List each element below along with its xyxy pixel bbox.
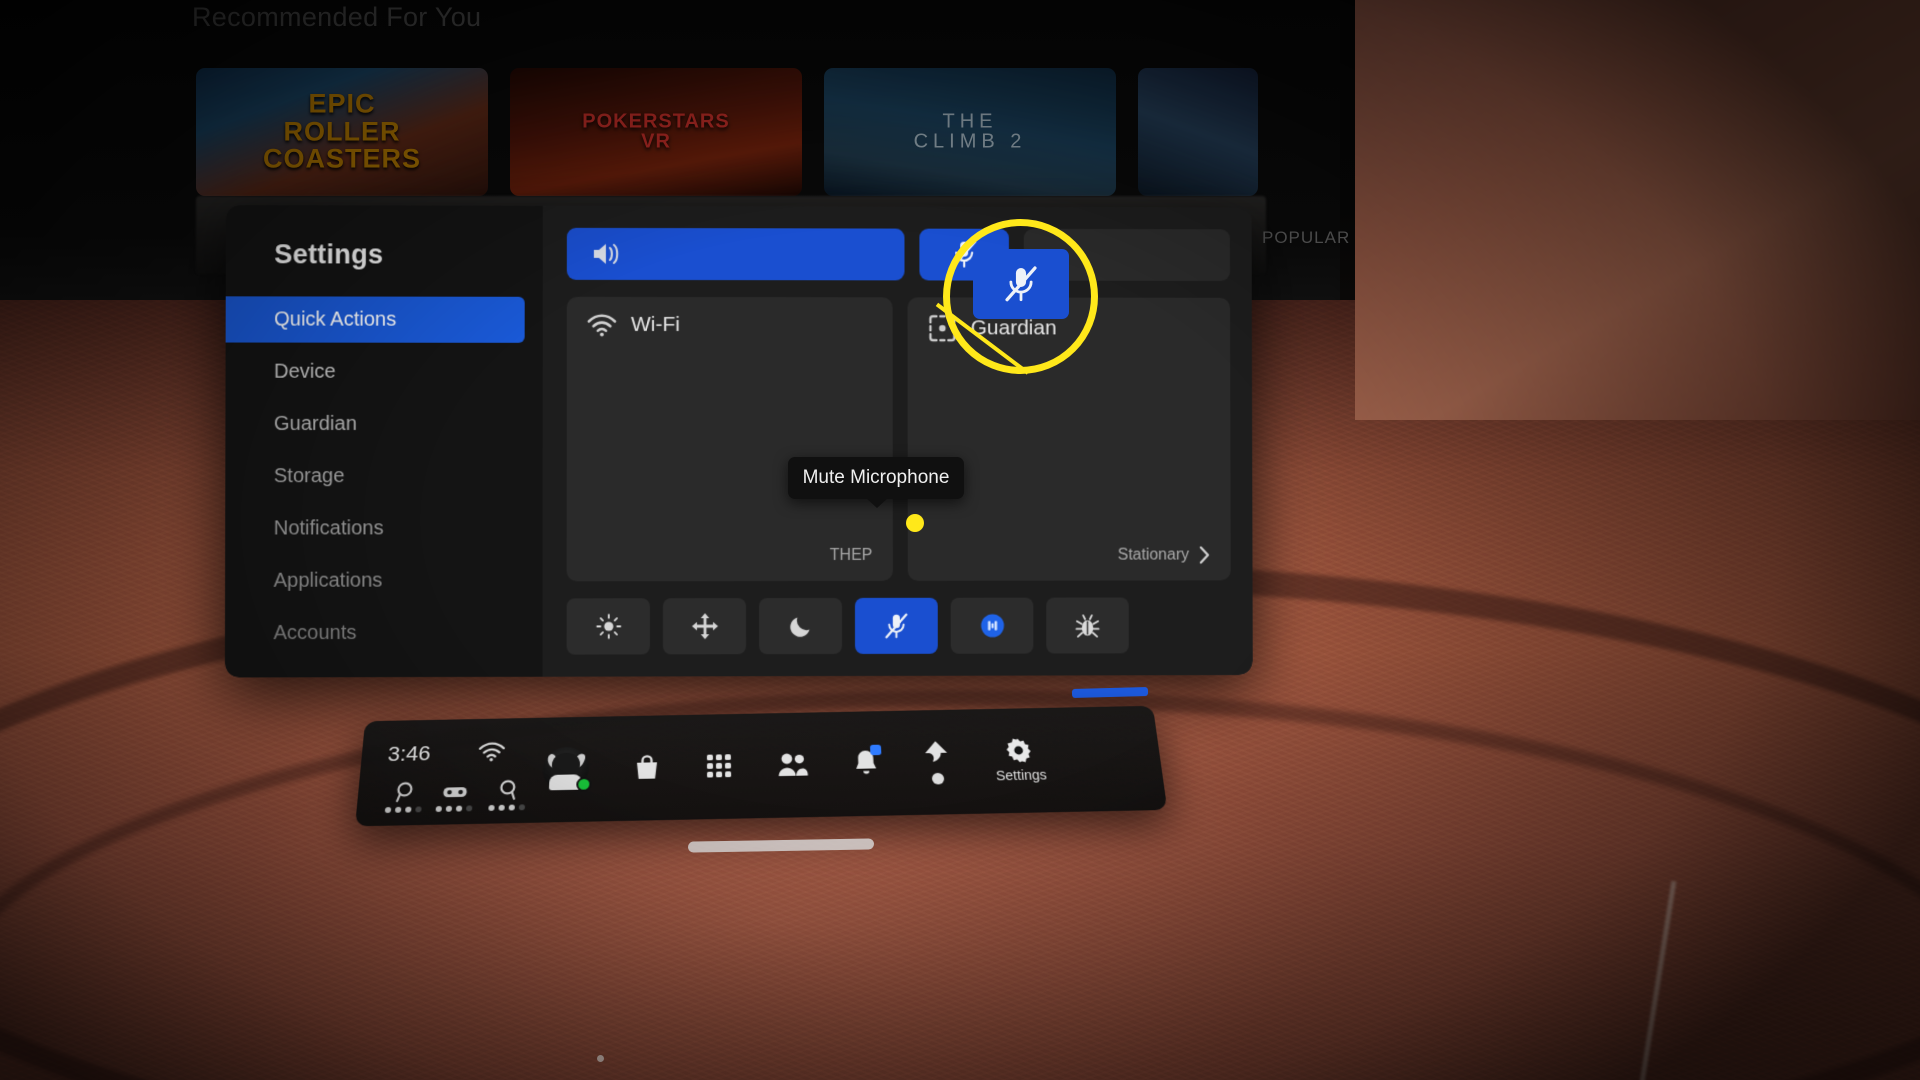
wifi-card-title: Wi-Fi <box>630 312 680 336</box>
bug-report-button[interactable] <box>1046 597 1129 654</box>
move-arrows-icon <box>690 612 718 640</box>
settings-button-label: Settings <box>995 766 1048 784</box>
popular-section-label: POPULAR <box>1262 228 1351 247</box>
game-tile-label: THE CLIMB 2 <box>913 110 1027 153</box>
game-tile[interactable] <box>1138 68 1258 196</box>
battery-dots <box>435 805 473 812</box>
people-button[interactable] <box>777 751 810 778</box>
floor-pointer-dot <box>597 1055 604 1062</box>
avatar-icon <box>541 746 592 792</box>
headset-icon <box>441 782 469 802</box>
callout-magnified-tile <box>973 249 1069 319</box>
cursor-dot-icon <box>931 772 945 785</box>
apps-grid-icon <box>705 752 733 779</box>
volume-slider[interactable] <box>566 227 905 281</box>
sidebar-item-label: Quick Actions <box>274 307 397 331</box>
wifi-icon <box>477 742 506 762</box>
brightness-button[interactable] <box>566 598 650 655</box>
chevron-right-icon <box>1199 546 1211 565</box>
arena-wall-right <box>1355 0 1920 420</box>
settings-window: Settings Quick Actions Device Guardian S… <box>224 205 1253 678</box>
taskbar: 3:46 Settings <box>355 705 1168 827</box>
sidebar-item-label: Applications <box>273 569 383 592</box>
brightness-icon <box>595 613 621 639</box>
controller-icon <box>496 779 519 801</box>
sidebar-item-guardian[interactable]: Guardian <box>225 401 524 447</box>
game-tile[interactable]: POKERSTARS VR <box>510 68 802 196</box>
game-tile[interactable]: THE CLIMB 2 <box>824 68 1116 196</box>
battery-dots <box>488 804 526 811</box>
page-title: Recommended For You <box>192 2 482 32</box>
gear-icon <box>1004 737 1034 764</box>
quick-actions-panel: Wi-Fi THEP Guardian Stationary <box>542 205 1253 677</box>
clock: 3:46 <box>386 741 432 766</box>
sharing-button[interactable] <box>921 739 952 785</box>
cast-button[interactable] <box>950 597 1034 654</box>
speaker-icon <box>591 241 621 267</box>
sidebar-item-accounts[interactable]: Accounts <box>225 610 525 657</box>
sidebar-item-label: Accounts <box>273 621 357 644</box>
sidebar-item-label: Guardian <box>273 412 357 435</box>
avatar[interactable] <box>541 746 592 792</box>
right-controller-battery <box>488 779 526 811</box>
people-icon <box>777 751 810 778</box>
recommended-tiles: EPIC ROLLER COASTERS POKERSTARS VR THE C… <box>196 68 1258 196</box>
sidebar-item-storage[interactable]: Storage <box>225 453 524 499</box>
share-arrow-icon <box>921 739 951 768</box>
sidebar-item-notifications[interactable]: Notifications <box>225 505 524 551</box>
settings-title: Settings <box>274 239 384 270</box>
moon-icon <box>788 613 814 639</box>
wifi-icon <box>586 313 617 336</box>
sidebar-item-label: Storage <box>273 464 345 487</box>
tooltip: Mute Microphone <box>788 457 964 508</box>
wifi-network-name: THEP <box>829 546 873 564</box>
do-not-disturb-button[interactable] <box>759 597 843 655</box>
wifi-card[interactable]: Wi-Fi THEP <box>566 296 893 582</box>
apps-button[interactable] <box>705 752 733 779</box>
tooltip-label: Mute Microphone <box>802 467 950 488</box>
game-tile-label: POKERSTARS VR <box>582 110 730 153</box>
notifications-button[interactable] <box>852 744 882 777</box>
sidebar-item-device[interactable]: Device <box>226 349 525 395</box>
settings-button[interactable]: Settings <box>993 737 1048 784</box>
sidebar-item-quick-actions[interactable]: Quick Actions <box>225 296 525 343</box>
status-badge <box>576 776 592 792</box>
guardian-mode-value: Stationary <box>1117 546 1190 564</box>
guardian-mode-row[interactable]: Stationary <box>927 546 1211 565</box>
controller-icon <box>393 781 417 803</box>
microphone-muted-icon <box>1002 264 1040 305</box>
quick-action-buttons <box>566 597 1231 655</box>
wifi-card-head: Wi-Fi <box>586 312 872 337</box>
settings-sidebar: Settings Quick Actions Device Guardian S… <box>224 205 543 678</box>
vr-scene: Recommended For You EPIC ROLLER COASTERS… <box>0 0 1920 1080</box>
taskbar-status-group: 3:46 <box>382 726 538 817</box>
headset-battery <box>435 782 473 812</box>
game-tile-label: EPIC ROLLER COASTERS <box>262 88 422 174</box>
sidebar-item-label: Device <box>273 360 336 383</box>
sidebar-item-applications[interactable]: Applications <box>225 557 524 604</box>
store-bag-icon <box>633 753 661 782</box>
taskbar-buttons: Settings <box>541 737 1048 793</box>
notification-badge <box>869 744 882 756</box>
status-cards-row: Wi-Fi THEP Guardian Stationary <box>566 296 1231 582</box>
store-button[interactable] <box>633 753 661 782</box>
callout-anchor-dot <box>906 514 924 532</box>
bug-icon <box>1074 612 1101 639</box>
reposition-button[interactable] <box>662 598 747 655</box>
cast-globe-icon <box>977 611 1007 641</box>
battery-dots <box>384 806 422 814</box>
left-controller-battery <box>384 781 424 814</box>
sidebar-item-label: Notifications <box>273 516 384 540</box>
mute-microphone-button[interactable] <box>854 597 938 654</box>
game-tile[interactable]: EPIC ROLLER COASTERS <box>196 68 488 196</box>
microphone-muted-icon <box>883 611 910 640</box>
volume-row <box>566 227 1230 281</box>
